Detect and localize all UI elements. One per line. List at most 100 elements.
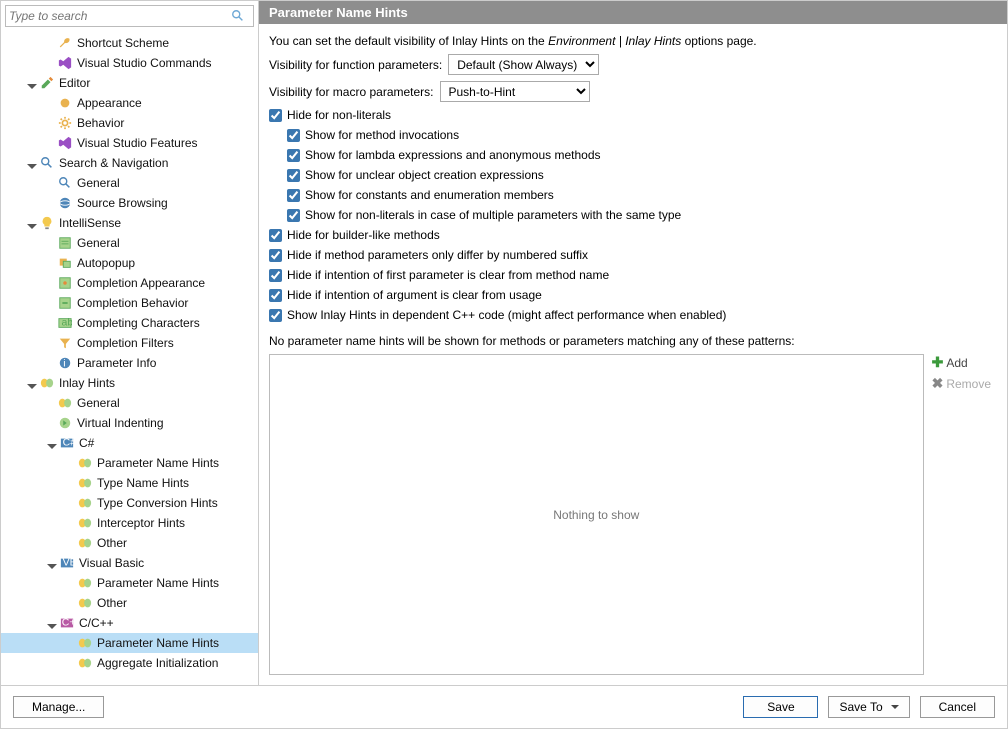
tree-item-cpp-pnh[interactable]: Parameter Name Hints (1, 633, 258, 653)
cb-unclear-creation[interactable] (287, 169, 300, 182)
tree-item-virtual-indenting[interactable]: Virtual Indenting (1, 413, 258, 433)
tree-label: Visual Basic (79, 556, 144, 570)
tree-item-vb-other[interactable]: Other (1, 593, 258, 613)
chevron-down-icon[interactable] (27, 158, 37, 168)
tree-item-source-browsing[interactable]: Source Browsing (1, 193, 258, 213)
tree-item-appearance[interactable]: Appearance (1, 93, 258, 113)
tree-item-autopopup[interactable]: Autopopup (1, 253, 258, 273)
search-icon (230, 8, 246, 24)
chevron-down-icon[interactable] (27, 378, 37, 388)
tree-label: Aggregate Initialization (97, 656, 218, 670)
cancel-button[interactable]: Cancel (920, 696, 995, 718)
tree-label: IntelliSense (59, 216, 121, 230)
tree-label: Virtual Indenting (77, 416, 164, 430)
tree-item-cs-pnh[interactable]: Parameter Name Hints (1, 453, 258, 473)
cb-builder[interactable] (269, 229, 282, 242)
options-tree[interactable]: Shortcut Scheme Visual Studio Commands E… (1, 29, 258, 685)
x-icon: ✖ (932, 375, 944, 392)
remove-button: ✖ Remove (932, 375, 991, 392)
tree-item-search-nav[interactable]: Search & Navigation (1, 153, 258, 173)
tree-item-vs-commands[interactable]: Visual Studio Commands (1, 53, 258, 73)
chevron-down-icon[interactable] (47, 438, 57, 448)
hints-icon (57, 395, 73, 411)
cb-label: Hide for builder-like methods (287, 228, 440, 242)
tree-label: Visual Studio Features (77, 136, 198, 150)
intro-prefix: You can set the default visibility of In… (269, 34, 548, 48)
manage-button[interactable]: Manage... (13, 696, 104, 718)
chevron-down-icon[interactable] (27, 78, 37, 88)
tree-item-ih-general[interactable]: General (1, 393, 258, 413)
search-box[interactable] (5, 5, 254, 27)
tree-item-csharp[interactable]: C# C# (1, 433, 258, 453)
tree-label: Parameter Name Hints (97, 636, 219, 650)
hints-icon (77, 475, 93, 491)
hints-icon (77, 455, 93, 471)
cb-hide-nonliterals[interactable] (269, 109, 282, 122)
tree-label: General (77, 396, 120, 410)
magnifier-icon (39, 155, 55, 171)
tree-item-editor[interactable]: Editor (1, 73, 258, 93)
cpp-icon: C++ (59, 615, 75, 631)
cb-label: Show for unclear object creation express… (305, 168, 544, 182)
tree-item-vs-features[interactable]: Visual Studio Features (1, 133, 258, 153)
tree-label: Editor (59, 76, 90, 90)
chevron-down-icon[interactable] (47, 558, 57, 568)
cb-lambda[interactable] (287, 149, 300, 162)
tree-label: Autopopup (77, 256, 135, 270)
cb-label: Show for lambda expressions and anonymou… (305, 148, 601, 162)
tree-item-cs-tnh[interactable]: Type Name Hints (1, 473, 258, 493)
tree-item-vb[interactable]: VB Visual Basic (1, 553, 258, 573)
add-button[interactable]: ✚ Add (932, 354, 991, 371)
cb-label: Hide for non-literals (287, 108, 391, 122)
cb-constants[interactable] (287, 189, 300, 202)
cb-intention-method[interactable] (269, 269, 282, 282)
func-visibility-select[interactable]: Default (Show Always) (448, 54, 599, 75)
tree-item-intellisense[interactable]: IntelliSense (1, 213, 258, 233)
cb-nonliterals-multiple[interactable] (287, 209, 300, 222)
cb-intention-usage[interactable] (269, 289, 282, 302)
tree-item-completing-chars[interactable]: ab Completing Characters (1, 313, 258, 333)
tree-item-comp-appearance[interactable]: Completion Appearance (1, 273, 258, 293)
patterns-list[interactable]: Nothing to show (269, 354, 924, 675)
cb-label: Hide if intention of first parameter is … (287, 268, 609, 282)
save-to-button[interactable]: Save To (828, 696, 909, 718)
tree-item-sn-general[interactable]: General (1, 173, 258, 193)
cb-label: Show for constants and enumeration membe… (305, 188, 554, 202)
chevron-down-icon (891, 705, 899, 709)
tree-item-behavior[interactable]: Behavior (1, 113, 258, 133)
tree-label: Shortcut Scheme (77, 36, 169, 50)
chevron-down-icon[interactable] (27, 218, 37, 228)
tree-item-inlay-hints[interactable]: Inlay Hints (1, 373, 258, 393)
tree-item-shortcut-scheme[interactable]: Shortcut Scheme (1, 33, 258, 53)
indent-icon (57, 415, 73, 431)
cb-dependent-cpp[interactable] (269, 309, 282, 322)
cb-label: Hide if method parameters only differ by… (287, 248, 588, 262)
tree-label: Completion Appearance (77, 276, 205, 290)
search-input[interactable] (9, 9, 230, 23)
tree-item-parameter-info[interactable]: i Parameter Info (1, 353, 258, 373)
vs-icon (57, 55, 73, 71)
tree-item-comp-behavior[interactable]: Completion Behavior (1, 293, 258, 313)
tree-label: Appearance (77, 96, 142, 110)
tree-item-cs-interceptor[interactable]: Interceptor Hints (1, 513, 258, 533)
chevron-down-icon[interactable] (47, 618, 57, 628)
tree-item-cpp-aggregate[interactable]: Aggregate Initialization (1, 653, 258, 673)
tree-label: Search & Navigation (59, 156, 168, 170)
tree-item-cpp[interactable]: C++ C/C++ (1, 613, 258, 633)
tree-label: Parameter Info (77, 356, 156, 370)
macro-visibility-select[interactable]: Push-to-Hint (440, 81, 590, 102)
tree-label: Inlay Hints (59, 376, 115, 390)
tree-label: Type Name Hints (97, 476, 189, 490)
cb-method-invocations[interactable] (287, 129, 300, 142)
tree-item-cs-other[interactable]: Other (1, 533, 258, 553)
save-button[interactable]: Save (743, 696, 818, 718)
tree-item-cs-tch[interactable]: Type Conversion Hints (1, 493, 258, 513)
tree-item-is-general[interactable]: General (1, 233, 258, 253)
tree-item-vb-pnh[interactable]: Parameter Name Hints (1, 573, 258, 593)
cb-numbered-suffix[interactable] (269, 249, 282, 262)
remove-label: Remove (946, 377, 991, 391)
tree-item-completion-filters[interactable]: Completion Filters (1, 333, 258, 353)
svg-text:VB: VB (63, 557, 74, 569)
tree-label: General (77, 176, 120, 190)
intro-suffix: options page. (681, 34, 756, 48)
